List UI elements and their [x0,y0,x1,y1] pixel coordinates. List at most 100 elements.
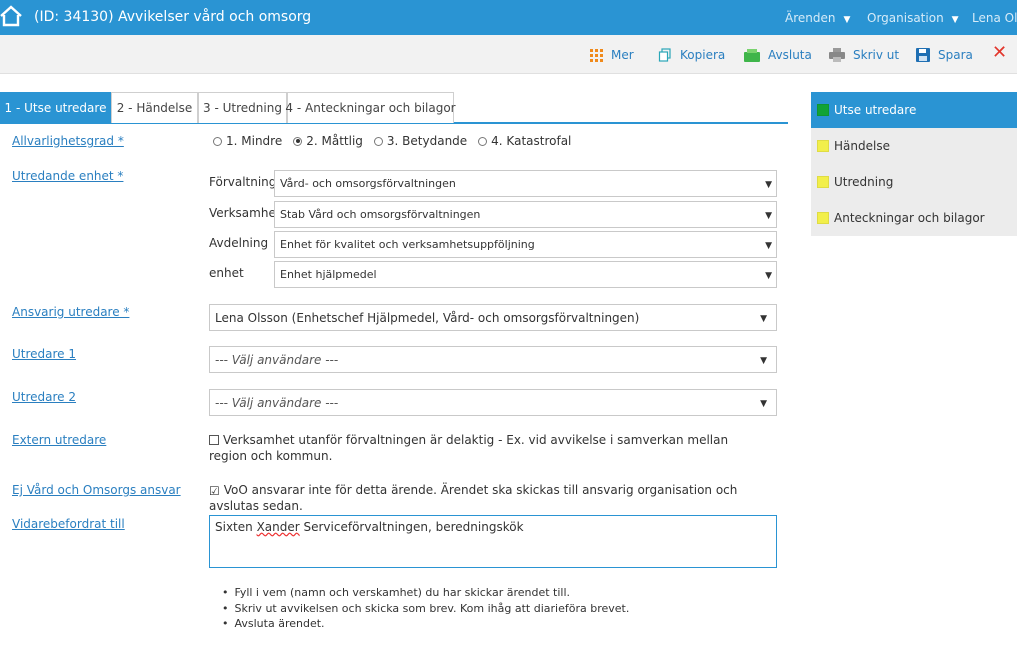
radio-label: 2. Måttlig [306,134,363,148]
not-responsible-checkbox[interactable]: ☑ [209,485,220,497]
avdelning-select[interactable]: Enhet för kvalitet och verksamhetsuppföl… [274,231,777,258]
close-icon[interactable]: ✕ [992,44,1007,62]
chevron-down-icon: ▼ [760,399,767,409]
verksamhet-select[interactable]: Stab Vård och omsorgsförvaltningen ▼ [274,201,777,228]
page-title: (ID: 34130) Avvikelser vård och omsorg [34,9,312,25]
copy-button-label: Kopiera [680,48,726,62]
avdelning-label: Avdelning [209,236,269,250]
floppy-disk-icon [916,48,930,62]
more-button[interactable]: Mer [590,47,634,63]
chevron-down-icon: ▼ [951,15,959,25]
investigator1-label[interactable]: Utredare 1 [12,347,76,361]
chevron-down-icon: ▼ [765,211,772,221]
save-button-label: Spara [938,48,973,62]
panel-item-label: Anteckningar och bilagor [834,211,985,225]
radio-katastrofal[interactable] [478,136,488,146]
tab-utredning[interactable]: 3 - Utredning [198,92,287,123]
enhet-select[interactable]: Enhet hjälpmedel ▼ [274,261,777,288]
list-item: Avsluta ärendet. [222,616,629,632]
chevron-down-icon: ▼ [760,356,767,366]
external-checkbox[interactable] [209,435,219,445]
select-placeholder: --- Välj användare --- [215,395,339,410]
home-icon[interactable] [0,5,22,27]
save-button[interactable]: Spara [916,47,973,63]
finish-button[interactable]: Avsluta [744,47,812,63]
chevron-down-icon: ▼ [765,241,772,251]
select-value: Vård- och omsorgsförvaltningen [280,177,456,190]
external-checkbox-row: Verksamhet utanför förvaltningen är dela… [209,432,769,464]
external-checkbox-label: Verksamhet utanför förvaltningen är dela… [209,433,729,463]
print-button[interactable]: Skriv ut [829,47,899,63]
panel-item-utredning[interactable]: Utredning [811,164,1017,200]
chevron-down-icon: ▼ [843,15,851,25]
panel-item-label: Händelse [834,139,890,153]
menu-arenden[interactable]: Ärenden ▼ [785,11,850,25]
select-value: Stab Vård och omsorgsförvaltningen [280,208,481,221]
more-button-label: Mer [611,48,634,62]
chevron-down-icon: ▼ [760,314,767,324]
toolbar: Mer Kopiera Avsluta Skriv ut Spara ✕ [0,35,1017,74]
tab-bar: 1 - Utse utredare 2 - Händelse 3 - Utred… [0,92,788,124]
radio-betydande[interactable] [373,136,383,146]
finish-icon [744,48,760,62]
copy-button[interactable]: Kopiera [658,47,725,63]
menu-arenden-label: Ärenden [785,11,836,25]
finish-button-label: Avsluta [768,48,812,62]
instruction-list: Fyll i vem (namn och verskamhet) du har … [222,585,630,632]
list-item: Skriv ut avvikelsen och skicka som brev.… [222,601,630,617]
forwarded-textarea[interactable]: Sixten Xander Serviceförvaltningen, bere… [209,515,777,568]
print-button-label: Skriv ut [853,48,900,62]
tab-anteckningar[interactable]: 4 - Anteckningar och bilagor [285,92,456,123]
status-square-icon [817,140,829,152]
enhet-label: enhet [209,266,244,280]
forvaltning-label: Förvaltning [209,175,277,189]
select-value: Enhet hjälpmedel [280,268,377,281]
radio-label: 3. Betydande [386,134,468,148]
radio-mattlig[interactable] [293,136,303,146]
user-menu[interactable]: Lena Ols [972,11,1017,25]
investigator2-select[interactable]: --- Välj användare --- ▼ [209,389,777,416]
printer-icon [829,48,845,62]
severity-radio-group: 1. Mindre 2. Måttlig 3. Betydande 4. Kat… [213,134,582,148]
chevron-down-icon: ▼ [765,180,772,190]
verksamhet-label: Verksamhet [209,206,281,220]
not-responsible-label[interactable]: Ej Vård och Omsorgs ansvar [12,483,181,497]
status-square-icon [817,104,829,116]
forvaltning-select[interactable]: Vård- och omsorgsförvaltningen ▼ [274,170,777,197]
status-square-icon [817,176,829,188]
panel-item-utse-utredare[interactable]: Utse utredare [811,92,1017,128]
list-item: Fyll i vem (namn och verskamhet) du har … [222,585,629,601]
tab-utse-utredare[interactable]: 1 - Utse utredare [0,92,111,123]
textarea-text: Serviceförvaltningen, beredningskök [299,520,524,534]
external-label[interactable]: Extern utredare [12,433,106,447]
investigator1-select[interactable]: --- Välj användare --- ▼ [209,346,777,373]
not-responsible-checkbox-row: ☑ VoO ansvarar inte för detta ärende. Äre… [209,482,769,514]
menu-organisation-label: Organisation [867,11,944,25]
radio-mindre[interactable] [213,136,222,146]
tab-handelse[interactable]: 2 - Händelse [111,92,198,123]
top-bar: (ID: 34130) Avvikelser vård och omsorg Ä… [0,0,1017,35]
investigator2-label[interactable]: Utredare 2 [12,390,76,404]
chevron-down-icon: ▼ [765,271,772,281]
copy-icon [658,48,671,62]
select-value: Enhet för kvalitet och verksamhetsuppföl… [280,238,535,251]
select-placeholder: --- Välj användare --- [215,352,339,367]
radio-label: 1. Mindre [226,134,283,148]
panel-item-label: Utse utredare [834,103,917,117]
forwarded-label[interactable]: Vidarebefordrat till [12,517,125,531]
radio-label: 4. Katastrofal [491,134,572,148]
textarea-text-misspelled: Xander [256,520,300,534]
not-responsible-checkbox-label: VoO ansvarar inte för detta ärende. Ären… [209,483,738,513]
status-square-icon [817,212,829,224]
grid-icon [590,48,603,62]
panel-item-handelse[interactable]: Händelse [811,128,1017,164]
select-value: Lena Olsson (Enhetschef Hjälpmedel, Vård… [215,310,640,325]
menu-organisation[interactable]: Organisation ▼ [867,11,959,25]
responsible-select[interactable]: Lena Olsson (Enhetschef Hjälpmedel, Vård… [209,304,777,331]
textarea-text: Sixten [215,520,257,534]
panel-item-label: Utredning [834,175,894,189]
severity-label[interactable]: Allvarlighetsgrad * [12,134,124,148]
unit-label[interactable]: Utredande enhet * [12,169,123,183]
responsible-label[interactable]: Ansvarig utredare * [12,305,129,319]
panel-item-anteckningar[interactable]: Anteckningar och bilagor [811,200,1017,236]
